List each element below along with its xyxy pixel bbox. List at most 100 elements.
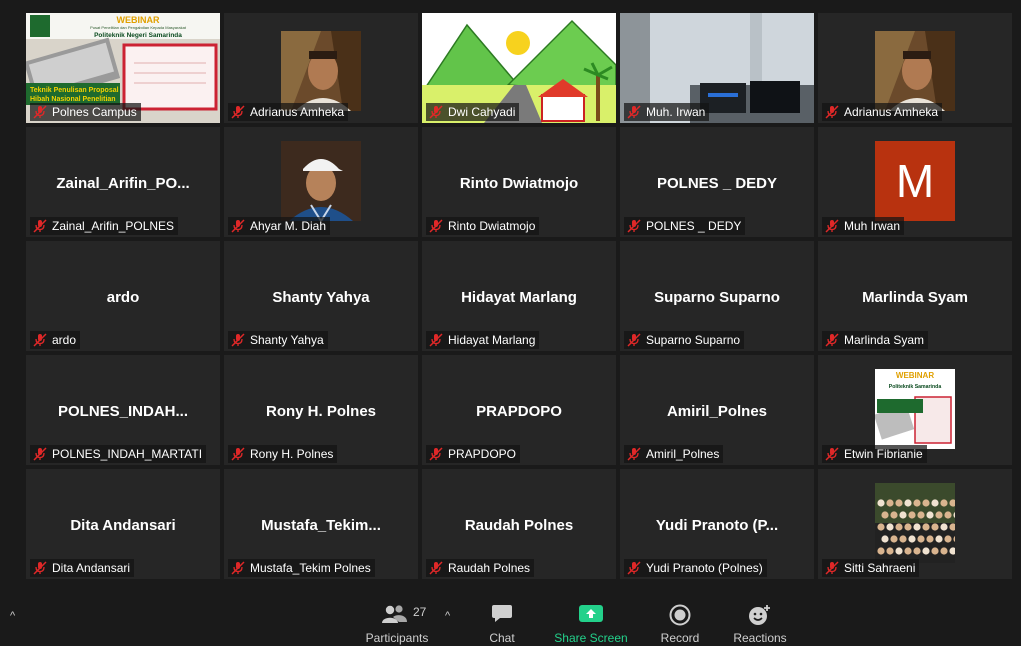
participant-display-name: Mustafa_Tekim... bbox=[261, 517, 381, 534]
participant-name-label: Adrianus Amheka bbox=[822, 103, 943, 121]
svg-text:WEBINAR: WEBINAR bbox=[117, 15, 160, 25]
muted-mic-icon bbox=[825, 561, 839, 575]
record-button[interactable]: Record bbox=[652, 596, 708, 646]
muted-mic-icon bbox=[429, 561, 443, 575]
muted-mic-icon bbox=[825, 447, 839, 461]
muted-mic-icon bbox=[231, 561, 245, 575]
participant-name-label: Ahyar M. Diah bbox=[228, 217, 331, 235]
muted-mic-icon bbox=[231, 447, 245, 461]
video-tile-ahyar-m-diah[interactable]: Ahyar M. Diah bbox=[224, 127, 418, 237]
video-tile-hidayat-marlang[interactable]: Hidayat Marlang Hidayat Marlang bbox=[422, 241, 616, 351]
muted-mic-icon bbox=[33, 447, 47, 461]
video-tile-suparno-suparno[interactable]: Suparno Suparno Suparno Suparno bbox=[620, 241, 814, 351]
video-tile-zainal-arifin-polnes[interactable]: Zainal_Arifin_PO... Zainal_Arifin_POLNES bbox=[26, 127, 220, 237]
video-tile-rony-h-polnes[interactable]: Rony H. Polnes Rony H. Polnes bbox=[224, 355, 418, 465]
participant-name-label: Zainal_Arifin_POLNES bbox=[30, 217, 179, 235]
left-caret-icon[interactable]: ^ bbox=[10, 610, 15, 622]
muted-mic-icon bbox=[627, 447, 641, 461]
participant-name: Amiril_Polnes bbox=[646, 447, 720, 461]
participant-video bbox=[281, 141, 361, 221]
video-tile-polnes-indah-martati[interactable]: POLNES_INDAH... POLNES_INDAH_MARTATI bbox=[26, 355, 220, 465]
letter-avatar: M bbox=[875, 141, 955, 221]
video-tile-etwin-fibrianie[interactable]: WEBINAR Politeknik Samarinda Etwin Fibrian… bbox=[818, 355, 1012, 465]
participant-name: Muh Irwan bbox=[844, 219, 901, 233]
participants-button[interactable]: 27 Participants bbox=[360, 596, 434, 646]
reactions-button[interactable]: Reactions bbox=[728, 596, 792, 646]
participants-icon bbox=[382, 605, 407, 623]
participant-display-name: Dita Andansari bbox=[70, 517, 176, 534]
participant-name: Shanty Yahya bbox=[250, 333, 324, 347]
video-tile-amiril-polnes[interactable]: Amiril_Polnes Amiril_Polnes bbox=[620, 355, 814, 465]
video-tile-dita-andansari[interactable]: Dita Andansari Dita Andansari bbox=[26, 469, 220, 579]
participant-name: PRAPDOPO bbox=[448, 447, 517, 461]
svg-text:WEBINAR: WEBINAR bbox=[896, 371, 934, 380]
video-tile-polnes-campus[interactable]: WEBINAR Pusat Penelitian dan Pengabdian K… bbox=[26, 13, 220, 123]
video-tile-dwi-cahyadi[interactable]: Dwi Cahyadi bbox=[422, 13, 616, 123]
muted-mic-icon bbox=[231, 105, 245, 119]
video-tile-muh-irwan[interactable]: M Muh Irwan bbox=[818, 127, 1012, 237]
participant-name: Hidayat Marlang bbox=[448, 333, 536, 347]
muted-mic-icon bbox=[33, 561, 47, 575]
video-tile-adrianus-amheka[interactable]: Adrianus Amheka bbox=[818, 13, 1012, 123]
chat-button[interactable]: Chat bbox=[476, 596, 528, 646]
participant-name-label: Muh Irwan bbox=[822, 217, 905, 235]
participant-video bbox=[281, 31, 361, 111]
video-tile-raudah-polnes[interactable]: Raudah Polnes Raudah Polnes bbox=[422, 469, 616, 579]
participant-name: Ahyar M. Diah bbox=[250, 219, 327, 233]
participant-display-name: Amiril_Polnes bbox=[666, 403, 768, 420]
participant-video: WEBINAR Politeknik Samarinda bbox=[875, 369, 955, 449]
share-screen-button[interactable]: Share Screen bbox=[550, 596, 632, 646]
record-icon bbox=[669, 604, 691, 626]
video-tile-ardo[interactable]: ardo ardo bbox=[26, 241, 220, 351]
record-label: Record bbox=[660, 631, 700, 645]
participant-name-label: Marlinda Syam bbox=[822, 331, 929, 349]
participant-display-name: Yudi Pranoto (P... bbox=[655, 517, 779, 534]
video-grid: WEBINAR Pusat Penelitian dan Pengabdian K… bbox=[26, 13, 1012, 579]
video-tile-yudi-pranoto-polnes[interactable]: Yudi Pranoto (P... Yudi Pranoto (Polnes) bbox=[620, 469, 814, 579]
video-tile-polnes-dedy[interactable]: POLNES _ DEDY POLNES _ DEDY bbox=[620, 127, 814, 237]
participant-display-name: ardo bbox=[106, 289, 140, 306]
video-tile-sitti-sahraeni[interactable]: Sitti Sahraeni bbox=[818, 469, 1012, 579]
muted-mic-icon bbox=[429, 219, 443, 233]
participant-name: Suparno Suparno bbox=[646, 333, 741, 347]
participant-name-label: Yudi Pranoto (Polnes) bbox=[624, 559, 767, 577]
participant-display-name: POLNES_INDAH... bbox=[57, 403, 189, 420]
participant-video bbox=[875, 31, 955, 111]
participant-name-label: PRAPDOPO bbox=[426, 445, 521, 463]
share-screen-label: Share Screen bbox=[554, 631, 628, 645]
video-tile-adrianus-amheka[interactable]: Adrianus Amheka bbox=[224, 13, 418, 123]
participant-name: ardo bbox=[52, 333, 77, 347]
participant-name-label: Muh. Irwan bbox=[624, 103, 710, 121]
participant-name: Raudah Polnes bbox=[448, 561, 531, 575]
participant-name-label: Amiril_Polnes bbox=[624, 445, 724, 463]
meeting-toolbar: ^ 27 Participants ^ Chat Share Screen Re… bbox=[0, 596, 1021, 646]
participant-name-label: Dwi Cahyadi bbox=[426, 103, 520, 121]
participant-name: POLNES_INDAH_MARTATI bbox=[52, 447, 203, 461]
svg-text:Politeknik Negeri Samarinda: Politeknik Negeri Samarinda bbox=[94, 32, 182, 39]
reactions-label: Reactions bbox=[733, 631, 787, 645]
participants-count: 27 bbox=[413, 605, 427, 619]
video-tile-marlinda-syam[interactable]: Marlinda Syam Marlinda Syam bbox=[818, 241, 1012, 351]
participant-name-label: Etwin Fibrianie bbox=[822, 445, 927, 463]
participant-name: Rony H. Polnes bbox=[250, 447, 334, 461]
muted-mic-icon bbox=[429, 105, 443, 119]
participant-name: Dita Andansari bbox=[52, 561, 131, 575]
video-tile-prapdopo[interactable]: PRAPDOPO PRAPDOPO bbox=[422, 355, 616, 465]
video-tile-mustafa-tekim-polnes[interactable]: Mustafa_Tekim... Mustafa_Tekim Polnes bbox=[224, 469, 418, 579]
participant-display-name: Zainal_Arifin_PO... bbox=[56, 175, 190, 192]
muted-mic-icon bbox=[231, 219, 245, 233]
participant-name-label: Rinto Dwiatmojo bbox=[426, 217, 540, 235]
participant-name: POLNES _ DEDY bbox=[646, 219, 742, 233]
muted-mic-icon bbox=[825, 105, 839, 119]
participant-name-label: Dita Andansari bbox=[30, 559, 135, 577]
video-tile-rinto-dwiatmojo[interactable]: Rinto Dwiatmojo Rinto Dwiatmojo bbox=[422, 127, 616, 237]
participants-caret-icon[interactable]: ^ bbox=[445, 610, 450, 622]
video-tile-muh-irwan[interactable]: Muh. Irwan bbox=[620, 13, 814, 123]
muted-mic-icon bbox=[627, 219, 641, 233]
participant-name: Adrianus Amheka bbox=[250, 105, 345, 119]
video-tile-shanty-yahya[interactable]: Shanty Yahya Shanty Yahya bbox=[224, 241, 418, 351]
muted-mic-icon bbox=[33, 219, 47, 233]
participant-display-name: Marlinda Syam bbox=[862, 289, 968, 306]
participant-name-label: Mustafa_Tekim Polnes bbox=[228, 559, 375, 577]
participant-name: Polnes Campus bbox=[52, 105, 137, 119]
